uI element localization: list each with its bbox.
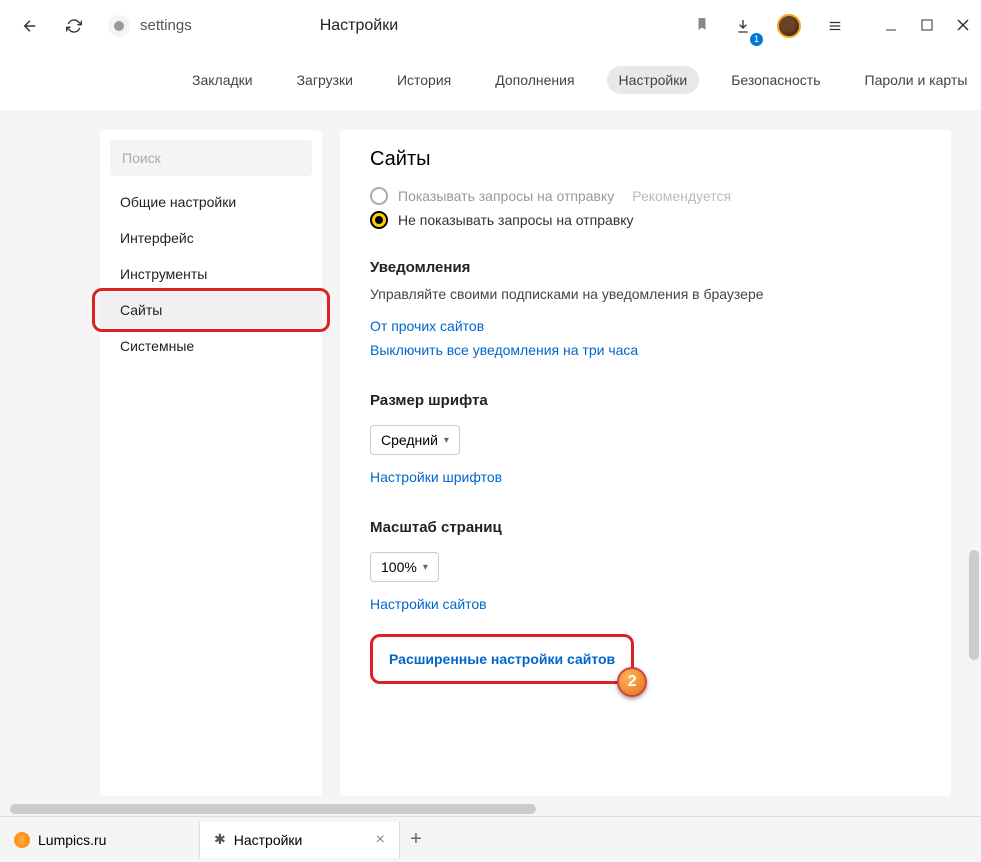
favicon-icon [14, 832, 30, 848]
back-button[interactable] [12, 8, 48, 44]
tab-strip: Lumpics.ru ✱ Настройки × + [0, 816, 981, 862]
nav-tab-settings[interactable]: Настройки [607, 66, 700, 94]
address-bar[interactable]: settings [108, 15, 192, 37]
annotation-badge-2: 2 [617, 667, 647, 697]
site-icon [108, 15, 130, 37]
nav-tab-history[interactable]: История [385, 66, 463, 94]
downloads-button[interactable]: 1 [725, 8, 761, 44]
tab-label: Настройки [234, 832, 303, 848]
nav-tab-extensions[interactable]: Дополнения [483, 66, 586, 94]
section-heading: Размер шрифта [370, 392, 921, 409]
sidebar-item-sites[interactable]: Сайты 1 [100, 292, 322, 328]
nav-tab-security[interactable]: Безопасность [719, 66, 832, 94]
select-value: Средний [381, 432, 438, 448]
settings-sidebar: Поиск Общие настройки Интерфейс Инструме… [100, 130, 322, 796]
link-advanced-site-settings[interactable]: Расширенные настройки сайтов [389, 651, 615, 667]
annotation-highlight: Расширенные настройки сайтов 2 [370, 634, 634, 684]
url-text: settings [140, 17, 192, 34]
section-heading: Уведомления [370, 259, 921, 276]
section-notifications: Уведомления Управляйте своими подписками… [370, 259, 921, 362]
tab-label: Lumpics.ru [38, 832, 106, 848]
scrollbar-thumb[interactable] [969, 550, 979, 660]
nav-tab-bookmarks[interactable]: Закладки [180, 66, 265, 94]
radio-show-requests[interactable]: Показывать запросы на отправку Рекоменду… [370, 187, 921, 205]
radio-icon [370, 187, 388, 205]
reload-button[interactable] [56, 8, 92, 44]
section-page-scale: Масштаб страниц 100% ▾ Настройки сайтов [370, 519, 921, 616]
sidebar-item-interface[interactable]: Интерфейс [100, 220, 322, 256]
horizontal-scrollbar[interactable] [10, 802, 967, 816]
select-value: 100% [381, 559, 417, 575]
bookmark-icon[interactable] [695, 16, 709, 35]
maximize-button[interactable] [921, 18, 933, 34]
section-font-size: Размер шрифта Средний ▾ Настройки шрифто… [370, 392, 921, 489]
section-title: Сайты [370, 148, 921, 171]
new-tab-button[interactable]: + [400, 824, 432, 856]
profile-avatar[interactable] [777, 14, 801, 38]
chevron-down-icon: ▾ [423, 562, 428, 573]
nav-tab-passwords[interactable]: Пароли и карты [853, 66, 980, 94]
font-size-select[interactable]: Средний ▾ [370, 425, 460, 455]
sidebar-item-label: Сайты [120, 302, 162, 318]
gear-icon: ✱ [214, 831, 226, 848]
sidebar-item-general[interactable]: Общие настройки [100, 184, 322, 220]
radio-icon [370, 211, 388, 229]
sidebar-item-tools[interactable]: Инструменты [100, 256, 322, 292]
link-font-settings[interactable]: Настройки шрифтов [370, 469, 502, 485]
radio-hint: Рекомендуется [632, 188, 731, 204]
radio-label: Не показывать запросы на отправку [398, 212, 634, 228]
close-tab-icon[interactable]: × [376, 831, 385, 849]
link-disable-notifications[interactable]: Выключить все уведомления на три часа [370, 342, 638, 358]
menu-button[interactable] [817, 8, 853, 44]
link-other-sites[interactable]: От прочих сайтов [370, 318, 484, 334]
content-area: Поиск Общие настройки Интерфейс Инструме… [0, 110, 981, 816]
download-badge: 1 [750, 33, 763, 46]
browser-tab-lumpics[interactable]: Lumpics.ru [0, 822, 200, 858]
settings-main-panel: Сайты Показывать запросы на отправку Рек… [340, 130, 951, 796]
radio-hide-requests[interactable]: Не показывать запросы на отправку [370, 211, 921, 229]
section-description: Управляйте своими подписками на уведомле… [370, 286, 921, 302]
browser-toolbar: settings Настройки 1 [0, 0, 981, 52]
search-placeholder: Поиск [122, 150, 161, 166]
page-scale-select[interactable]: 100% ▾ [370, 552, 439, 582]
search-input[interactable]: Поиск [110, 140, 312, 176]
vertical-scrollbar[interactable] [967, 110, 981, 802]
minimize-button[interactable] [885, 18, 897, 34]
settings-nav: Закладки Загрузки История Дополнения Нас… [0, 52, 981, 108]
page-title: Настройки [320, 17, 398, 35]
radio-label: Показывать запросы на отправку [398, 188, 614, 204]
sidebar-item-system[interactable]: Системные [100, 328, 322, 364]
browser-tab-settings[interactable]: ✱ Настройки × [200, 822, 400, 858]
chevron-down-icon: ▾ [444, 435, 449, 446]
window-controls [885, 18, 969, 34]
scrollbar-thumb[interactable] [10, 804, 536, 814]
link-site-settings[interactable]: Настройки сайтов [370, 596, 487, 612]
nav-tab-downloads[interactable]: Загрузки [285, 66, 365, 94]
close-button[interactable] [957, 18, 969, 34]
section-heading: Масштаб страниц [370, 519, 921, 536]
